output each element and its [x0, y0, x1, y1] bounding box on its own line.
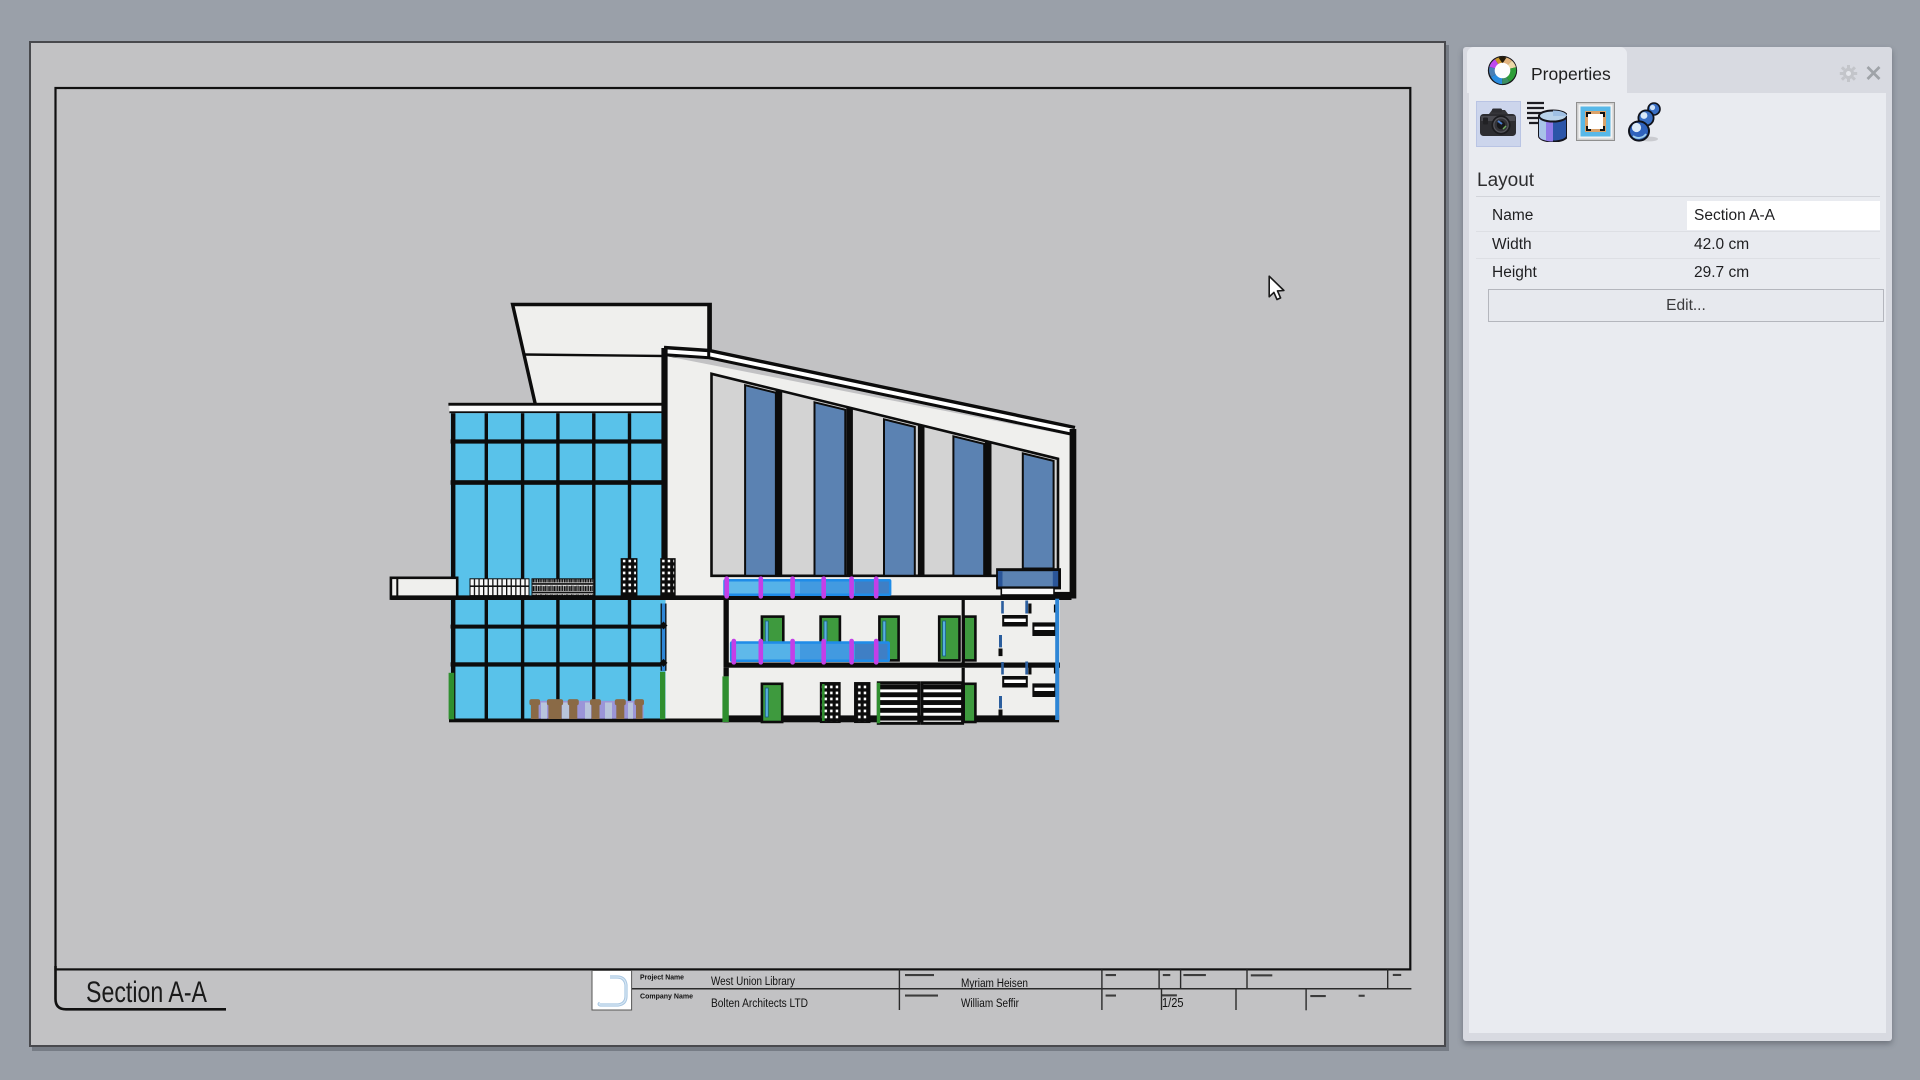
svg-text:Myriam Heisen: Myriam Heisen: [961, 976, 1028, 990]
svg-text:1/25: 1/25: [1162, 995, 1184, 1010]
svg-text:Bolten Architects LTD: Bolten Architects LTD: [711, 996, 808, 1010]
svg-text:Section A-A: Section A-A: [86, 976, 207, 1009]
svg-text:Project Name: Project Name: [640, 973, 684, 982]
svg-text:West Union Library: West Union Library: [711, 974, 796, 988]
svg-text:Company Name: Company Name: [640, 991, 693, 1000]
svg-text:William Seffir: William Seffir: [961, 996, 1019, 1010]
